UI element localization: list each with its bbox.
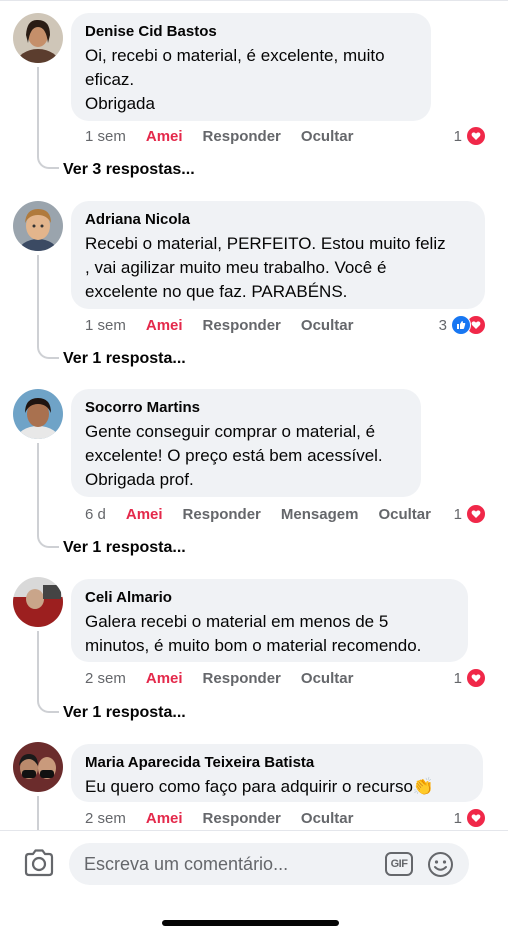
comment-time[interactable]: 2 sem xyxy=(85,670,126,687)
hide-button[interactable]: Ocultar xyxy=(301,317,354,334)
reply-button[interactable]: Responder xyxy=(203,670,281,687)
comment-input-box: GIF xyxy=(69,843,469,885)
thread-curve xyxy=(37,697,59,713)
thread-line xyxy=(37,67,39,153)
reaction-count: 1 xyxy=(453,669,462,687)
comment-author[interactable]: Celi Almario xyxy=(85,588,454,607)
comment-composer: GIF xyxy=(0,830,508,936)
reply-button[interactable]: Responder xyxy=(203,317,281,334)
comment-time[interactable]: 6 d xyxy=(85,506,106,523)
thread-curve xyxy=(37,153,59,169)
love-reaction-button[interactable]: Amei xyxy=(146,670,183,687)
comment-actions: 6 d Amei Responder Mensagem Ocultar xyxy=(85,503,431,525)
thread-line xyxy=(37,255,39,343)
avatar[interactable] xyxy=(13,13,63,63)
comment-actions: 1 sem Amei Responder Ocultar xyxy=(85,314,373,336)
hide-button[interactable]: Ocultar xyxy=(301,670,354,687)
comment-text: Galera recebi o material em menos de 5 m… xyxy=(85,612,422,655)
comment-text-content: Eu quero como faço para adquirir o recur… xyxy=(85,777,413,796)
thread-line xyxy=(37,443,39,532)
love-reaction-icon xyxy=(466,808,486,828)
emoji-icon[interactable] xyxy=(427,851,454,878)
love-reaction-button[interactable]: Amei xyxy=(146,810,183,827)
thread-line xyxy=(37,796,39,830)
comment-text: Eu quero como faço para adquirir o recur… xyxy=(85,775,469,799)
love-reaction-icon xyxy=(466,126,486,146)
reaction-summary[interactable]: 1 xyxy=(454,667,486,689)
reaction-count: 1 xyxy=(453,809,462,827)
comment-author[interactable]: Socorro Martins xyxy=(85,398,407,417)
hide-button[interactable]: Ocultar xyxy=(378,506,431,523)
comment-bubble[interactable]: Maria Aparecida Teixeira Batista Eu quer… xyxy=(71,744,483,802)
reaction-count: 1 xyxy=(453,127,462,145)
gif-icon[interactable]: GIF xyxy=(385,852,413,876)
thread-line xyxy=(37,631,39,697)
comment-time[interactable]: 2 sem xyxy=(85,810,126,827)
view-replies-link[interactable]: Ver 1 resposta... xyxy=(63,704,186,722)
love-reaction-button[interactable]: Amei xyxy=(146,128,183,145)
love-reaction-button[interactable]: Amei xyxy=(126,506,163,523)
comment-text: Recebi o material, PERFEITO. Estou muito… xyxy=(85,234,446,301)
reaction-count: 1 xyxy=(453,505,462,523)
top-divider xyxy=(0,0,508,1)
comment-author[interactable]: Maria Aparecida Teixeira Batista xyxy=(85,753,469,772)
hide-button[interactable]: Ocultar xyxy=(301,128,354,145)
reaction-summary[interactable]: 3 xyxy=(439,314,486,336)
comment-bubble[interactable]: Adriana Nicola Recebi o material, PERFEI… xyxy=(71,201,485,309)
thread-curve xyxy=(37,343,59,359)
reaction-summary[interactable]: 1 xyxy=(454,503,486,525)
avatar[interactable] xyxy=(13,201,63,251)
love-reaction-icon xyxy=(466,504,486,524)
reply-button[interactable]: Responder xyxy=(183,506,261,523)
reply-button[interactable]: Responder xyxy=(203,810,281,827)
view-replies-link[interactable]: Ver 1 resposta... xyxy=(63,350,186,368)
love-reaction-button[interactable]: Amei xyxy=(146,317,183,334)
clapping-hands-emoji: 👏 xyxy=(412,777,435,796)
home-indicator xyxy=(162,920,339,926)
avatar[interactable] xyxy=(13,742,63,792)
love-reaction-icon xyxy=(466,668,486,688)
thread-curve xyxy=(37,532,59,548)
comment-actions: 2 sem Amei Responder Ocultar xyxy=(85,807,373,829)
avatar[interactable] xyxy=(13,577,63,627)
view-replies-link[interactable]: Ver 1 resposta... xyxy=(63,539,186,557)
message-button[interactable]: Mensagem xyxy=(281,506,359,523)
like-reaction-icon xyxy=(451,315,471,335)
comment-time[interactable]: 1 sem xyxy=(85,128,126,145)
comment-actions: 2 sem Amei Responder Ocultar xyxy=(85,667,373,689)
reply-button[interactable]: Responder xyxy=(203,128,281,145)
comment-time[interactable]: 1 sem xyxy=(85,317,126,334)
comment-bubble[interactable]: Celi Almario Galera recebi o material em… xyxy=(71,579,468,662)
reaction-summary[interactable]: 1 xyxy=(454,807,486,829)
comment-input[interactable] xyxy=(84,843,374,885)
reaction-summary[interactable]: 1 xyxy=(454,125,486,147)
camera-icon[interactable] xyxy=(22,846,56,880)
comment-author[interactable]: Adriana Nicola xyxy=(85,210,471,229)
view-replies-link[interactable]: Ver 3 respostas... xyxy=(63,161,195,179)
comment-text: Oi, recebi o material, é excelente, muit… xyxy=(85,46,385,113)
avatar[interactable] xyxy=(13,389,63,439)
hide-button[interactable]: Ocultar xyxy=(301,810,354,827)
comment-text: Gente conseguir comprar o material, é ex… xyxy=(85,422,383,489)
reaction-count: 3 xyxy=(438,316,447,334)
comment-bubble[interactable]: Socorro Martins Gente conseguir comprar … xyxy=(71,389,421,497)
comment-actions: 1 sem Amei Responder Ocultar xyxy=(85,125,373,147)
comment-bubble[interactable]: Denise Cid Bastos Oi, recebi o material,… xyxy=(71,13,431,121)
comment-author[interactable]: Denise Cid Bastos xyxy=(85,22,417,41)
